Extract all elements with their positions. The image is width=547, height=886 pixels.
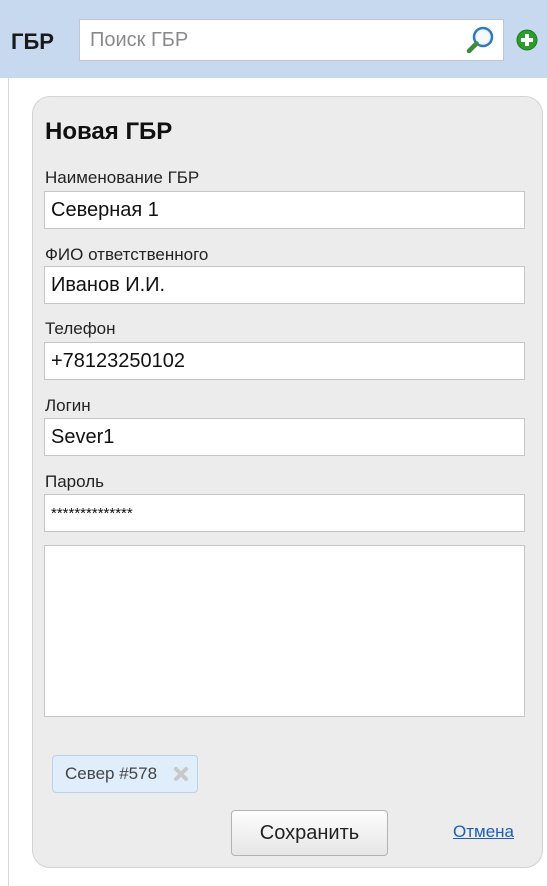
search-box[interactable] bbox=[79, 19, 504, 61]
form-title: Новая ГБР bbox=[45, 118, 173, 145]
login-input[interactable] bbox=[44, 418, 525, 456]
name-input[interactable] bbox=[44, 191, 525, 229]
left-divider bbox=[8, 78, 9, 886]
search-icon[interactable] bbox=[465, 24, 497, 56]
password-input[interactable] bbox=[44, 494, 525, 532]
name-label: Наименование ГБР bbox=[45, 168, 200, 187]
phone-input[interactable] bbox=[44, 342, 525, 380]
header-title: ГБР bbox=[11, 29, 54, 54]
cancel-link[interactable]: Отмена bbox=[453, 822, 514, 842]
password-label: Пароль bbox=[45, 472, 104, 491]
add-icon[interactable] bbox=[516, 29, 538, 51]
notes-textarea[interactable] bbox=[44, 545, 525, 717]
object-tag-label: Север #578 bbox=[65, 764, 158, 783]
phone-label: Телефон bbox=[45, 319, 116, 338]
search-input[interactable] bbox=[80, 20, 450, 60]
login-label: Логин bbox=[45, 396, 91, 415]
responsible-input[interactable] bbox=[44, 266, 525, 304]
save-button[interactable]: Сохранить bbox=[231, 810, 388, 856]
remove-tag-icon[interactable] bbox=[173, 766, 189, 782]
object-tag: Север #578 bbox=[52, 755, 199, 793]
header-bar: ГБР bbox=[0, 0, 547, 78]
page: ГБР Новая ГБР Наименование ГБР ФИО ответ… bbox=[0, 0, 547, 886]
responsible-label: ФИО ответственного bbox=[45, 245, 209, 264]
